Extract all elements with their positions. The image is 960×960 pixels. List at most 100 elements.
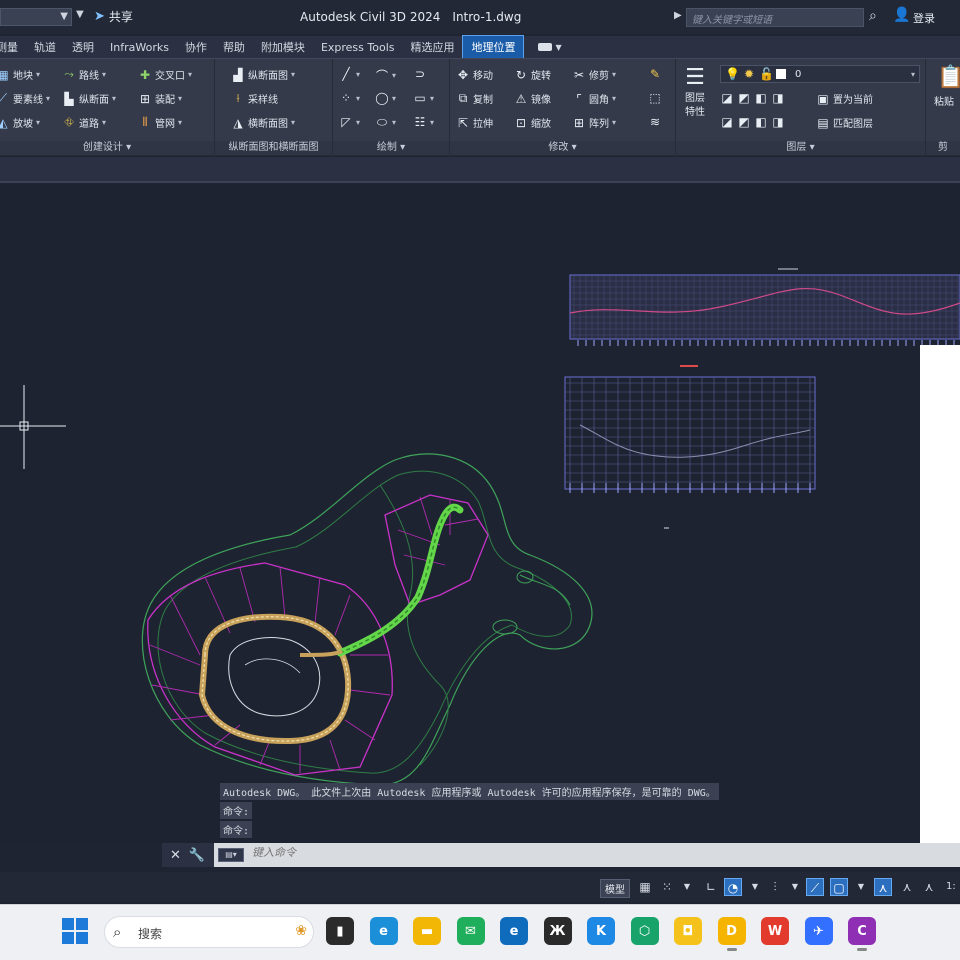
chevron-down-icon[interactable]: ▼ bbox=[852, 878, 870, 896]
k-app-icon[interactable]: K bbox=[587, 917, 615, 945]
model-space-button[interactable]: 模型 bbox=[600, 879, 630, 898]
sample-lines-button[interactable]: ⟊ 采样线 bbox=[231, 91, 278, 106]
section-view-button[interactable]: ◮ 横断面图 ▾ bbox=[231, 115, 295, 131]
yellow-app-icon[interactable]: ◘ bbox=[674, 917, 702, 945]
stretch-button[interactable]: ⇱ 拉伸 bbox=[456, 115, 493, 131]
ortho-icon[interactable]: ∟ bbox=[702, 878, 720, 896]
ellipse-tool[interactable]: ⬭ ▾ bbox=[375, 115, 396, 130]
hatch-tool[interactable]: ☷ ▾ bbox=[413, 115, 434, 129]
mirror-button[interactable]: ⚠ 镜像 bbox=[514, 91, 551, 107]
record-app-icon[interactable]: D bbox=[717, 917, 746, 951]
intersection-button[interactable]: ✚ 交叉口 ▾ bbox=[138, 67, 192, 83]
move-button[interactable]: ✥ 移动 bbox=[456, 67, 493, 83]
panel-title-modify[interactable]: 修改 ▾ bbox=[450, 141, 675, 155]
chevron-down-icon[interactable]: ▼ bbox=[678, 878, 696, 896]
windows-start-icon[interactable] bbox=[62, 918, 88, 944]
chevron-down-icon[interactable]: ▼ bbox=[786, 878, 804, 896]
layer-tools-row2[interactable]: ◪ ◩ ◧ ◨ bbox=[720, 115, 785, 129]
arc-tool[interactable]: ⌒ ▾ bbox=[375, 67, 396, 84]
match-layer-button[interactable]: ▤ 匹配图层 bbox=[816, 115, 873, 131]
tab-addins[interactable]: 附加模块 bbox=[253, 36, 313, 58]
chat-app-icon[interactable]: ✉ bbox=[456, 917, 485, 945]
drawing-canvas[interactable] bbox=[0, 185, 960, 850]
file-explorer-app-icon[interactable]: ▮ bbox=[326, 917, 354, 945]
edge-blue-app-icon[interactable]: e bbox=[500, 917, 528, 945]
tab-featured-apps[interactable]: 精选应用 bbox=[402, 36, 462, 58]
annotation-scale-icon[interactable]: ⋏ bbox=[920, 878, 938, 896]
annotation-scale-value[interactable]: 1: bbox=[946, 881, 956, 892]
ribbon-display-toggle[interactable]: ▼ bbox=[538, 43, 562, 52]
layer-tools-row1[interactable]: ◪ ◩ ◧ ◨ bbox=[720, 91, 785, 105]
snap-icon[interactable]: ⁙ bbox=[658, 878, 676, 896]
panel-title-draw[interactable]: 绘制 ▾ bbox=[333, 141, 449, 155]
tab-transparent[interactable]: 透明 bbox=[64, 36, 102, 58]
panel-title-profile-section[interactable]: 纵断面图和横断面图 bbox=[215, 141, 332, 155]
feishu-app-icon[interactable]: ✈ bbox=[804, 917, 833, 945]
workspace-dropdown[interactable]: ▼ bbox=[0, 8, 72, 26]
profile-button[interactable]: ▙ 纵断面 ▾ bbox=[62, 91, 116, 107]
isodraft-icon[interactable]: ⫶ bbox=[766, 878, 784, 896]
layer-dropdown[interactable]: 💡 ✹ 🔓 0 ▾ bbox=[720, 65, 920, 83]
help-search-input[interactable]: 键入关键字或短语 bbox=[686, 8, 864, 27]
user-icon[interactable]: 👤 bbox=[893, 7, 910, 23]
tab-help[interactable]: 帮助 bbox=[215, 36, 253, 58]
tab-express-tools[interactable]: Express Tools bbox=[313, 38, 403, 57]
set-current-button[interactable]: ▣ 置为当前 bbox=[816, 91, 873, 107]
layer-properties-button[interactable]: ☰ 图层特性 bbox=[682, 65, 708, 120]
search-icon[interactable]: ⌕ bbox=[869, 8, 877, 24]
folder-app-icon[interactable]: ▬ bbox=[413, 917, 441, 945]
point-tool[interactable]: ⁘ ▾ bbox=[339, 91, 360, 105]
pipe-network-button[interactable]: ⫴ 管网 ▾ bbox=[138, 115, 182, 130]
corridor-button[interactable]: ⛗ 道路 ▾ bbox=[62, 115, 106, 130]
fillet-button[interactable]: ⌜ 圆角 ▾ bbox=[572, 91, 616, 107]
grid-icon[interactable]: ▦ bbox=[636, 878, 654, 896]
erase-button[interactable]: ✎ bbox=[648, 67, 662, 81]
tab-infraworks[interactable]: InfraWorks bbox=[102, 38, 177, 57]
wrench-icon[interactable]: 🔧 bbox=[189, 848, 205, 863]
edge-app-icon[interactable]: e bbox=[369, 917, 398, 945]
assembly-button[interactable]: ⊞ 装配 ▾ bbox=[138, 91, 182, 107]
feature-line-button[interactable]: ⟋ 要素线 ▾ bbox=[0, 91, 50, 106]
annotation-visibility-icon[interactable]: ⋏ bbox=[874, 878, 892, 896]
line-tool[interactable]: ╱ ▾ bbox=[339, 67, 360, 81]
taskbar-search-box[interactable]: ⌕ 搜索 ❀ bbox=[104, 916, 314, 948]
command-input[interactable] bbox=[252, 847, 852, 859]
tab-survey[interactable]: 测量 bbox=[0, 36, 26, 58]
chevron-down-icon[interactable]: ▼ bbox=[746, 878, 764, 896]
rotate-button[interactable]: ↻ 旋转 bbox=[514, 67, 551, 83]
green-hex-app-icon[interactable]: ⬡ bbox=[630, 917, 659, 945]
profile-view-button[interactable]: ▟ 纵断面图 ▾ bbox=[231, 67, 295, 83]
object-snap-icon[interactable]: ▢ bbox=[830, 878, 848, 896]
scale-button[interactable]: ⊡ 缩放 bbox=[514, 115, 551, 131]
polar-tracking-icon[interactable]: ◔ bbox=[724, 878, 742, 896]
paste-button[interactable]: 📋 粘贴 bbox=[934, 65, 960, 108]
side-palette-panel[interactable] bbox=[920, 345, 960, 850]
parcel-button[interactable]: ▦ 地块 ▾ bbox=[0, 67, 40, 83]
rectangle-tool[interactable]: ▭ ▾ bbox=[413, 91, 434, 105]
tab-rail[interactable]: 轨道 bbox=[26, 36, 64, 58]
object-snap-tracking-icon[interactable]: ⟋ bbox=[806, 878, 824, 896]
close-icon[interactable]: ✕ bbox=[170, 848, 181, 863]
grading-button[interactable]: ◭ 放坡 ▾ bbox=[0, 115, 40, 131]
chevron-right-icon[interactable]: ▶ bbox=[674, 10, 682, 21]
array-button[interactable]: ⊞ 阵列 ▾ bbox=[572, 115, 616, 131]
quick-access-more-icon[interactable]: ▼ bbox=[76, 9, 84, 20]
copy-button[interactable]: ⧉ 复制 bbox=[456, 91, 493, 106]
panel-title-create-design[interactable]: 创建设计 ▾ bbox=[0, 141, 214, 155]
circle-tool[interactable]: ◯ ▾ bbox=[375, 91, 396, 105]
explode-button[interactable]: ⬚ bbox=[648, 91, 662, 105]
signin-button[interactable]: 登录 bbox=[913, 10, 935, 26]
panel-title-clipboard[interactable]: 剪 bbox=[926, 141, 960, 155]
tab-collaborate[interactable]: 协作 bbox=[177, 36, 215, 58]
command-prompt-icon[interactable]: ▤▾ bbox=[218, 848, 244, 862]
alignment-button[interactable]: ⤳ 路线 ▾ bbox=[62, 67, 106, 82]
tab-geolocation[interactable]: 地理位置 bbox=[462, 35, 525, 59]
wps-app-icon[interactable]: W bbox=[761, 917, 789, 945]
polyline-tool[interactable]: ⊃ bbox=[413, 67, 427, 81]
panel-title-layers[interactable]: 图层 ▾ bbox=[676, 141, 925, 155]
share-button[interactable]: ➤ 共享 bbox=[94, 8, 133, 25]
civil3d-app-icon[interactable]: C bbox=[848, 917, 876, 951]
dark-app-icon[interactable]: Ж bbox=[543, 917, 572, 945]
auto-scale-icon[interactable]: ⋏ bbox=[898, 878, 916, 896]
trim-button[interactable]: ✂ 修剪 ▾ bbox=[572, 67, 616, 83]
